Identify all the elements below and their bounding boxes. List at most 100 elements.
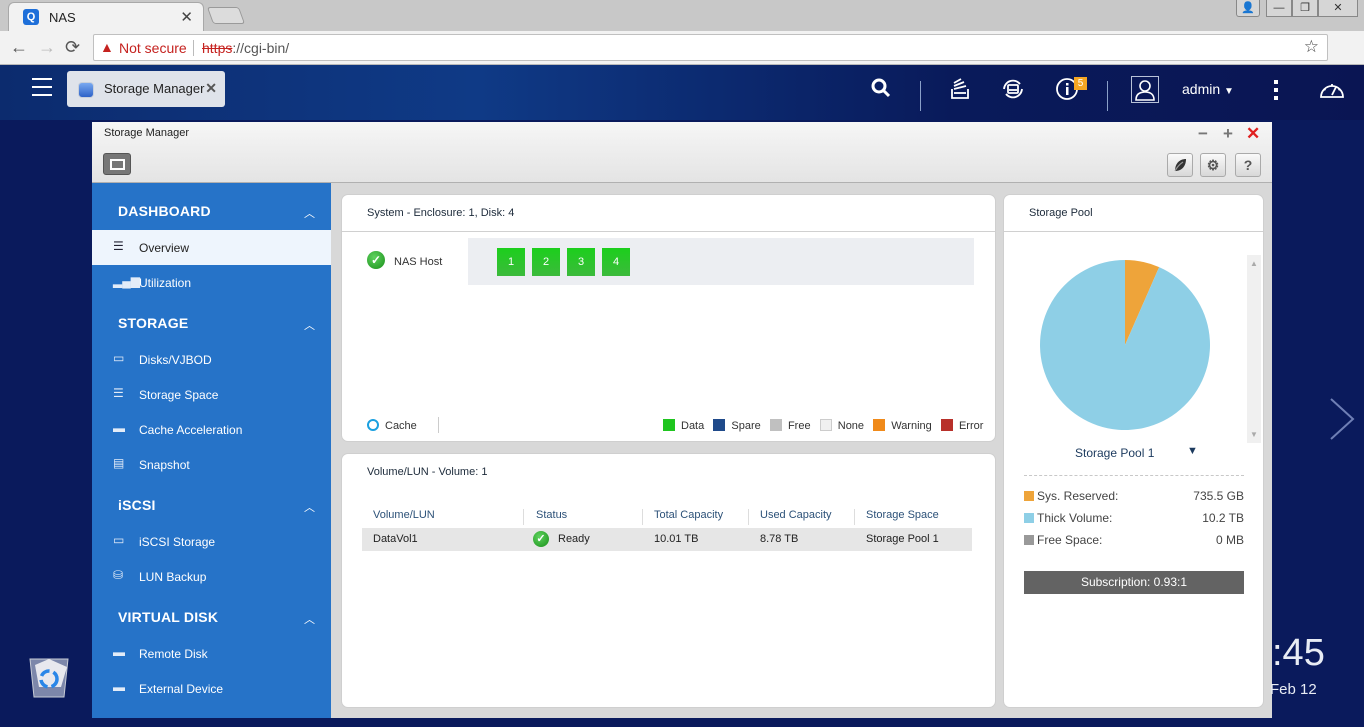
sidebar-item-label: External Device <box>139 682 224 696</box>
dashboard-gauge-icon[interactable] <box>1319 77 1345 99</box>
section-storage[interactable]: STORAGE <box>118 315 188 331</box>
security-label[interactable]: Not secure <box>119 40 187 56</box>
close-tab-icon[interactable]: ✕ <box>180 8 193 26</box>
more-options-icon[interactable] <box>1274 80 1279 104</box>
healthy-check-icon: ✓ <box>367 251 385 269</box>
section-dashboard[interactable]: DASHBOARD <box>118 203 211 219</box>
scroll-down-icon[interactable]: ▼ <box>1250 430 1258 439</box>
caret-down-icon: ▼ <box>1224 86 1234 97</box>
sidebar-item-external-device[interactable]: ▬ External Device <box>92 671 331 706</box>
browser-toolbar: ← → ⟳ ▲ Not secure https://cgi-bin/ ☆ ··… <box>0 31 1364 91</box>
window-close-button[interactable]: ✕ <box>1246 124 1260 144</box>
external-device-icon: ▬ <box>113 680 125 694</box>
snapshot-leaf-icon <box>1174 159 1186 172</box>
pie-scrollbar[interactable]: ▲ ▼ <box>1247 255 1261 443</box>
column-header-used-capacity[interactable]: Used Capacity <box>760 509 832 527</box>
window-minimize-button[interactable]: − <box>1198 124 1208 144</box>
volume-total-capacity: 10.01 TB <box>654 533 699 545</box>
sidebar-item-disks-vjbod[interactable]: ▭ Disks/VJBOD <box>92 342 331 377</box>
sidebar-item-label: Snapshot <box>139 458 190 472</box>
volume-status: Ready <box>558 533 590 545</box>
back-icon[interactable]: ← <box>10 37 28 58</box>
disk-icon: ▭ <box>113 351 125 365</box>
reload-icon[interactable]: ⟳ <box>65 37 80 58</box>
profile-button[interactable]: 👤 <box>1236 0 1260 17</box>
column-header-total-capacity[interactable]: Total Capacity <box>654 509 723 527</box>
storage-manager-window: Storage Manager − + ✕ ⚙ ? DASHBOARD ︿ ☰ … <box>92 122 1272 718</box>
column-header-status[interactable]: Status <box>536 509 567 527</box>
user-menu[interactable]: admin ▼ <box>1182 81 1234 97</box>
disk-slot-1[interactable]: 1 <box>497 248 525 276</box>
volume-storage-space: Storage Pool 1 <box>866 533 939 545</box>
close-window-button[interactable]: ✕ <box>1318 0 1358 17</box>
minimize-window-button[interactable]: — <box>1266 0 1292 17</box>
legend-swatch-warning <box>873 419 886 431</box>
volume-name: DataVol1 <box>373 533 418 545</box>
breakdown-row-thick-volume: Thick Volume: 10.2 TB <box>1024 511 1244 525</box>
sidebar-item-iscsi-storage[interactable]: ▭ iSCSI Storage <box>92 524 331 559</box>
cache-radio-icon <box>367 419 379 431</box>
url-scheme: https <box>202 40 233 56</box>
cache-toggle[interactable]: Cache <box>367 419 417 432</box>
window-maximize-button[interactable]: + <box>1223 124 1233 144</box>
section-virtual-disk[interactable]: VIRTUAL DISK <box>118 609 218 625</box>
system-panel-title: System - Enclosure: 1, Disk: 4 <box>367 207 515 219</box>
next-page-arrow-icon[interactable] <box>1327 397 1357 441</box>
warning-icon: ▲ <box>100 39 114 55</box>
url-text[interactable]: https://cgi-bin/ <box>202 40 289 56</box>
new-tab-button[interactable] <box>206 7 246 24</box>
legend-label: Free <box>787 420 811 432</box>
chevron-up-icon[interactable]: ︿ <box>304 499 315 515</box>
restore-window-button[interactable]: ❐ <box>1292 0 1318 17</box>
sidebar-item-remote-disk[interactable]: ▬ Remote Disk <box>92 636 331 671</box>
column-header-volume[interactable]: Volume/LUN <box>373 509 435 527</box>
close-app-tab-icon[interactable]: ✕ <box>205 80 217 97</box>
column-divider <box>523 509 524 525</box>
sidebar-item-utilization[interactable]: ▂▄▆ Utilization <box>92 265 331 300</box>
breakdown-label: Thick Volume: <box>1037 511 1113 525</box>
panel-divider <box>342 231 995 232</box>
sidebar-item-snapshot[interactable]: ▤ Snapshot <box>92 447 331 482</box>
chevron-up-icon[interactable]: ︿ <box>304 205 315 221</box>
toggle-sidebar-button[interactable] <box>103 153 131 175</box>
external-device-sync-icon[interactable] <box>1001 77 1025 101</box>
sidebar-item-lun-backup[interactable]: ⛁ LUN Backup <box>92 559 331 594</box>
sidebar-item-cache-acceleration[interactable]: ▬ Cache Acceleration <box>92 412 331 447</box>
table-row[interactable]: DataVol1 ✓ Ready 10.01 TB 8.78 TB Storag… <box>362 528 972 551</box>
search-icon[interactable] <box>870 77 892 99</box>
chevron-up-icon[interactable]: ︿ <box>304 317 315 333</box>
sidebar-item-overview[interactable]: ☰ Overview <box>92 230 331 265</box>
browser-tab[interactable]: Q NAS ✕ <box>8 2 204 31</box>
scroll-up-icon[interactable]: ▲ <box>1250 259 1258 268</box>
column-divider <box>642 509 643 525</box>
sidebar-item-label: Remote Disk <box>139 647 208 661</box>
user-icon <box>1135 80 1155 101</box>
chevron-up-icon[interactable]: ︿ <box>304 611 315 627</box>
background-tasks-icon[interactable] <box>948 77 972 101</box>
bookmark-star-icon[interactable]: ☆ <box>1304 37 1319 57</box>
section-iscsi[interactable]: iSCSI <box>118 497 156 513</box>
disk-slot-3[interactable]: 3 <box>567 248 595 276</box>
disk-slot-2[interactable]: 2 <box>532 248 560 276</box>
nas-host-label: NAS Host <box>394 256 443 268</box>
disk-slots: 1 2 3 4 <box>468 238 974 285</box>
column-header-storage-space[interactable]: Storage Space <box>866 509 939 527</box>
user-avatar[interactable] <box>1131 76 1159 103</box>
sidebar-item-storage-space[interactable]: ☰ Storage Space <box>92 377 331 412</box>
desktop-top-bar: Storage Manager ✕ <box>0 65 1364 120</box>
sidebar-item-label: Disks/VJBOD <box>139 353 212 367</box>
recycle-bin-icon[interactable] <box>27 653 71 699</box>
snapshot-manager-button[interactable] <box>1167 153 1193 177</box>
main-menu-icon[interactable] <box>32 78 52 96</box>
help-button[interactable]: ? <box>1235 153 1261 177</box>
system-panel: System - Enclosure: 1, Disk: 4 ✓ NAS Hos… <box>341 194 996 442</box>
breakdown-value: 735.5 GB <box>1193 489 1244 503</box>
iscsi-icon: ▭ <box>113 533 125 547</box>
sidebar-item-label: LUN Backup <box>139 570 207 584</box>
settings-button[interactable]: ⚙ <box>1200 153 1226 177</box>
disk-slot-4[interactable]: 4 <box>602 248 630 276</box>
storage-pool-pie-chart <box>1040 260 1210 430</box>
app-tab-storage-manager[interactable]: Storage Manager ✕ <box>67 71 225 107</box>
address-bar[interactable]: ▲ Not secure https://cgi-bin/ ☆ <box>93 34 1328 61</box>
forward-icon[interactable]: → <box>38 37 56 58</box>
